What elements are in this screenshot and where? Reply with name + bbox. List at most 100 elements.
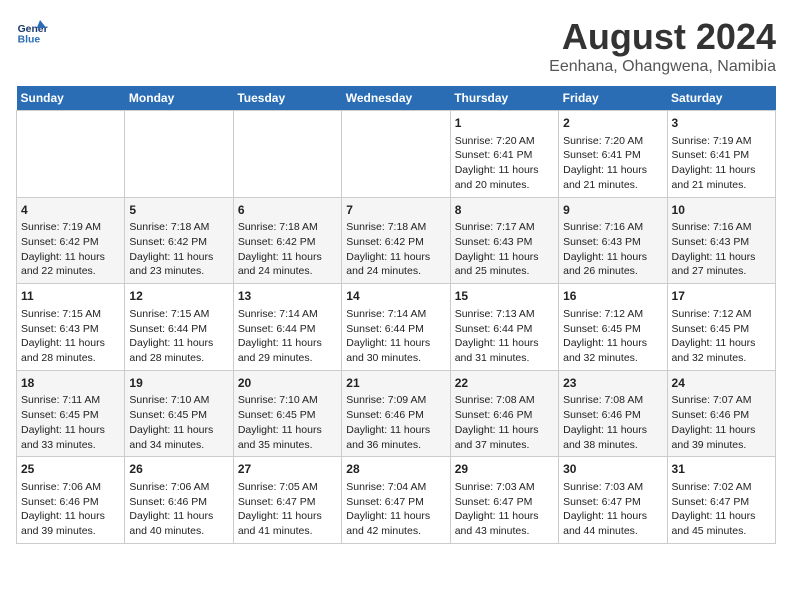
sunrise-time: Sunrise: 7:08 AM [563, 394, 643, 406]
day-number: 14 [346, 288, 445, 305]
day-header-friday: Friday [559, 86, 667, 111]
sunset-time: Sunset: 6:43 PM [455, 236, 533, 248]
calendar-cell: 1Sunrise: 7:20 AMSunset: 6:41 PMDaylight… [450, 111, 558, 198]
sunrise-time: Sunrise: 7:19 AM [21, 221, 101, 233]
day-header-saturday: Saturday [667, 86, 775, 111]
calendar-cell: 31Sunrise: 7:02 AMSunset: 6:47 PMDayligh… [667, 457, 775, 544]
sunrise-time: Sunrise: 7:05 AM [238, 481, 318, 493]
sunset-time: Sunset: 6:44 PM [346, 323, 424, 335]
sunset-time: Sunset: 6:43 PM [563, 236, 641, 248]
sunrise-time: Sunrise: 7:03 AM [455, 481, 535, 493]
day-number: 6 [238, 202, 337, 219]
day-number: 7 [346, 202, 445, 219]
calendar-cell: 14Sunrise: 7:14 AMSunset: 6:44 PMDayligh… [342, 284, 450, 371]
day-number: 26 [129, 461, 228, 478]
daylight-hours: Daylight: 11 hours and 28 minutes. [129, 337, 213, 364]
sunrise-time: Sunrise: 7:04 AM [346, 481, 426, 493]
day-number: 8 [455, 202, 554, 219]
sunset-time: Sunset: 6:45 PM [672, 323, 750, 335]
calendar-cell: 9 Sunrise: 7:16 AM Sunset: 6:43 PM Daylight… [559, 197, 667, 284]
daylight-hours: Daylight: 11 hours and 29 minutes. [238, 337, 322, 364]
day-header-wednesday: Wednesday [342, 86, 450, 111]
daylight-hours: Daylight: 11 hours and 23 minutes. [129, 251, 213, 278]
sunrise-time: Sunrise: 7:09 AM [346, 394, 426, 406]
calendar-cell: 11Sunrise: 7:15 AMSunset: 6:43 PMDayligh… [17, 284, 125, 371]
day-number: 18 [21, 375, 120, 392]
day-number: 3 [672, 115, 771, 132]
sunset-time: Sunset: 6:45 PM [21, 409, 99, 421]
logo: General Blue [16, 16, 48, 48]
sunrise-time: Sunrise: 7:19 AM [672, 135, 752, 147]
calendar-cell: 29 Sunrise: 7:03 AM Sunset: 6:47 PM Dayligh… [450, 457, 558, 544]
daylight-hours: Daylight: 11 hours and 21 minutes. [563, 164, 647, 191]
day-header-sunday: Sunday [17, 86, 125, 111]
day-number: 9 [563, 202, 662, 219]
sunrise-time: Sunrise: 7:16 AM [563, 221, 643, 233]
sunrise-time: Sunrise: 7:18 AM [238, 221, 318, 233]
page-subtitle: Eenhana, Ohangwena, Namibia [549, 58, 776, 76]
calendar-cell: 20Sunrise: 7:10 AMSunset: 6:45 PMDayligh… [233, 370, 341, 457]
day-number: 28 [346, 461, 445, 478]
day-number: 4 [21, 202, 120, 219]
calendar-cell [233, 111, 341, 198]
daylight-hours: Daylight: 11 hours and 32 minutes. [672, 337, 756, 364]
sunset-time: Sunset: 6:46 PM [346, 409, 424, 421]
calendar-cell: 18Sunrise: 7:11 AMSunset: 6:45 PMDayligh… [17, 370, 125, 457]
header-row: SundayMondayTuesdayWednesdayThursdayFrid… [17, 86, 776, 111]
sunset-time: Sunset: 6:42 PM [346, 236, 424, 248]
day-number: 31 [672, 461, 771, 478]
sunrise-time: Sunrise: 7:12 AM [563, 308, 643, 320]
sunset-time: Sunset: 6:43 PM [672, 236, 750, 248]
calendar-cell: 3Sunrise: 7:19 AMSunset: 6:41 PMDaylight… [667, 111, 775, 198]
week-row-4: 18 Sunrise: 7:11 AM Sunset: 6:45 PM Dayligh… [17, 370, 776, 457]
sunrise-time: Sunrise: 7:18 AM [129, 221, 209, 233]
day-header-tuesday: Tuesday [233, 86, 341, 111]
sunset-time: Sunset: 6:41 PM [672, 149, 750, 161]
day-number: 19 [129, 375, 228, 392]
day-number: 12 [129, 288, 228, 305]
sunset-time: Sunset: 6:44 PM [455, 323, 533, 335]
sunrise-time: Sunrise: 7:11 AM [21, 394, 100, 406]
daylight-hours: Daylight: 11 hours and 25 minutes. [455, 251, 539, 278]
calendar-cell: 2 Sunrise: 7:20 AM Sunset: 6:41 PM Daylight… [559, 111, 667, 198]
sunset-time: Sunset: 6:47 PM [238, 496, 316, 508]
sunrise-time: Sunrise: 7:16 AM [672, 221, 752, 233]
sunrise-time: Sunrise: 7:13 AM [455, 308, 535, 320]
calendar-cell: 23Sunrise: 7:08 AMSunset: 6:46 PMDayligh… [559, 370, 667, 457]
day-number: 29 [455, 461, 554, 478]
sunset-time: Sunset: 6:44 PM [238, 323, 316, 335]
week-row-5: 25Sunrise: 7:06 AMSunset: 6:46 PMDayligh… [17, 457, 776, 544]
day-number: 16 [563, 288, 662, 305]
sunset-time: Sunset: 6:46 PM [672, 409, 750, 421]
sunrise-time: Sunrise: 7:03 AM [563, 481, 643, 493]
sunrise-time: Sunrise: 7:17 AM [455, 221, 535, 233]
calendar-cell: 25Sunrise: 7:06 AMSunset: 6:46 PMDayligh… [17, 457, 125, 544]
sunset-time: Sunset: 6:44 PM [129, 323, 207, 335]
day-number: 11 [21, 288, 120, 305]
daylight-hours: Daylight: 11 hours and 43 minutes. [455, 510, 539, 537]
sunset-time: Sunset: 6:45 PM [238, 409, 316, 421]
calendar-table: SundayMondayTuesdayWednesdayThursdayFrid… [16, 86, 776, 544]
day-number: 13 [238, 288, 337, 305]
day-number: 23 [563, 375, 662, 392]
page-header: General Blue August 2024 Eenhana, Ohangw… [16, 16, 776, 76]
daylight-hours: Daylight: 11 hours and 39 minutes. [21, 510, 105, 537]
day-number: 1 [455, 115, 554, 132]
sunset-time: Sunset: 6:47 PM [672, 496, 750, 508]
sunset-time: Sunset: 6:47 PM [563, 496, 641, 508]
day-number: 20 [238, 375, 337, 392]
calendar-cell: 5Sunrise: 7:18 AMSunset: 6:42 PMDaylight… [125, 197, 233, 284]
sunset-time: Sunset: 6:47 PM [455, 496, 533, 508]
daylight-hours: Daylight: 11 hours and 39 minutes. [672, 424, 756, 451]
daylight-hours: Daylight: 11 hours and 26 minutes. [563, 251, 647, 278]
day-number: 5 [129, 202, 228, 219]
calendar-cell [17, 111, 125, 198]
daylight-hours: Daylight: 11 hours and 22 minutes. [21, 251, 105, 278]
sunrise-time: Sunrise: 7:10 AM [238, 394, 318, 406]
sunset-time: Sunset: 6:41 PM [563, 149, 641, 161]
day-header-monday: Monday [125, 86, 233, 111]
daylight-hours: Daylight: 11 hours and 34 minutes. [129, 424, 213, 451]
sunrise-time: Sunrise: 7:20 AM [563, 135, 643, 147]
day-number: 2 [563, 115, 662, 132]
sunrise-time: Sunrise: 7:18 AM [346, 221, 426, 233]
